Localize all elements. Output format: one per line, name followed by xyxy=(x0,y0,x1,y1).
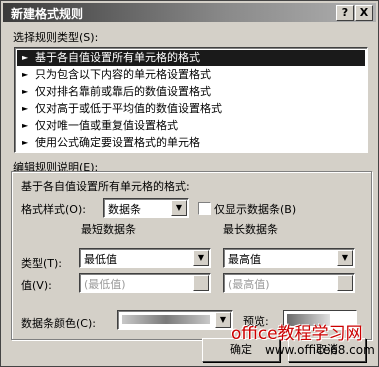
arrow-icon: ► xyxy=(22,121,29,130)
rule-type-list[interactable]: ► 基于各自值设置所有单元格的格式 ► 只为包含以下内容的单元格设置格式 ► 仅… xyxy=(14,47,368,153)
chevron-down-icon[interactable]: ▼ xyxy=(215,312,231,328)
min-value-placeholder: (最低值) xyxy=(84,278,126,291)
title-bar[interactable]: 新建格式规则 ? X xyxy=(3,3,376,22)
list-item-label: 仅对排名靠前或靠后的数值设置格式 xyxy=(35,85,211,98)
rule-type-item-all-cells[interactable]: ► 基于各自值设置所有单元格的格式 xyxy=(17,50,365,66)
max-bar-header: 最长数据条 xyxy=(223,223,278,236)
close-button[interactable]: X xyxy=(355,5,373,21)
watermark-url: www.office68.com xyxy=(265,343,375,357)
list-item-label: 基于各自值设置所有单元格的格式 xyxy=(35,51,200,64)
format-style-value: 数据条 xyxy=(108,203,141,216)
rule-type-label-text: 选择规则类型 xyxy=(13,31,79,44)
max-type-dropdown[interactable]: 最高值 ▼ xyxy=(223,248,355,268)
rule-type-item-top-bottom[interactable]: ► 仅对排名靠前或靠后的数值设置格式 xyxy=(17,84,365,100)
arrow-icon: ► xyxy=(22,104,29,113)
show-bar-only-label[interactable]: 仅显示数据条(B) xyxy=(214,201,296,217)
new-formatting-rule-dialog: 新建格式规则 ? X 选择规则类型(S): ► 基于各自值设置所有单元格的格式 … xyxy=(0,0,379,367)
cell-reference-icon[interactable] xyxy=(193,275,209,291)
min-type-value: 最低值 xyxy=(84,253,117,266)
watermark-title: office教程学习网 xyxy=(231,324,363,344)
chevron-down-icon[interactable]: ▼ xyxy=(171,200,187,216)
rule-type-item-contains[interactable]: ► 只为包含以下内容的单元格设置格式 xyxy=(17,67,365,83)
list-item-label: 仅对唯一值或重复值设置格式 xyxy=(35,119,178,132)
min-type-dropdown[interactable]: 最低值 ▼ xyxy=(79,248,211,268)
rule-type-item-unique-duplicate[interactable]: ► 仅对唯一值或重复值设置格式 xyxy=(17,118,365,134)
cell-reference-icon[interactable] xyxy=(337,275,353,291)
bar-color-swatch xyxy=(122,315,210,324)
bar-color-label: 数据条颜色(C): xyxy=(21,317,96,330)
format-style-label: 格式样式(O): xyxy=(21,203,86,216)
chevron-down-icon[interactable]: ▼ xyxy=(337,250,353,266)
value-label: 值(V): xyxy=(21,279,52,292)
window-title: 新建格式规则 xyxy=(11,7,84,21)
arrow-icon: ► xyxy=(22,53,29,62)
type-label: 类型(T): xyxy=(21,257,63,270)
max-type-value: 最高值 xyxy=(228,253,261,266)
max-value-input[interactable]: (最高值) xyxy=(223,273,355,293)
min-bar-header: 最短数据条 xyxy=(81,223,136,236)
rule-description: 基于各自值设置所有单元格的格式: xyxy=(21,180,190,193)
format-style-dropdown[interactable]: 数据条 ▼ xyxy=(103,198,189,218)
max-value-placeholder: (最高值) xyxy=(228,278,270,291)
bar-color-dropdown[interactable]: ▼ xyxy=(117,310,233,330)
arrow-icon: ► xyxy=(22,70,29,79)
list-item-label: 只为包含以下内容的单元格设置格式 xyxy=(35,68,211,81)
list-item-label: 使用公式确定要设置格式的单元格 xyxy=(35,136,200,149)
min-value-input[interactable]: (最低值) xyxy=(79,273,211,293)
list-item-label: 仅对高于或低于平均值的数值设置格式 xyxy=(35,102,222,115)
rule-type-label-key: (S): xyxy=(79,31,99,44)
rule-type-item-formula[interactable]: ► 使用公式确定要设置格式的单元格 xyxy=(17,135,365,151)
help-button[interactable]: ? xyxy=(336,5,354,21)
show-bar-only-checkbox[interactable] xyxy=(198,202,211,215)
chevron-down-icon[interactable]: ▼ xyxy=(193,250,209,266)
arrow-icon: ► xyxy=(22,87,29,96)
rule-type-label: 选择规则类型(S): xyxy=(13,29,98,45)
arrow-icon: ► xyxy=(22,138,29,147)
rule-type-item-average[interactable]: ► 仅对高于或低于平均值的数值设置格式 xyxy=(17,101,365,117)
